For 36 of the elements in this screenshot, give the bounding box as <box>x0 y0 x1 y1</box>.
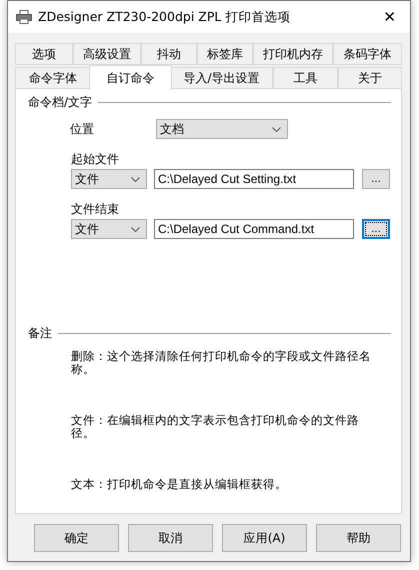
note-text: 文件：在编辑框内的文字表示包含打印机命令的文件路径。 <box>71 414 360 440</box>
group-title: 命令档/文字 <box>28 94 92 111</box>
chevron-down-icon <box>131 226 140 232</box>
type-dropdown[interactable]: 文件 <box>71 169 147 189</box>
chevron-down-icon <box>272 126 281 132</box>
type-dropdown[interactable]: 文件 <box>71 219 147 239</box>
tab[interactable]: 条码字体 <box>333 43 402 65</box>
dialog-button[interactable]: 取消 <box>128 524 213 552</box>
chevron-down-icon <box>131 176 140 182</box>
location-dropdown[interactable]: 文档 <box>156 119 288 139</box>
tab[interactable]: 命令字体 <box>15 67 91 89</box>
tab[interactable]: 导入/导出设置 <box>170 67 273 89</box>
tab[interactable]: 打印机内存 <box>253 43 333 65</box>
note-text: 删除：这个选择清除任何打印机命令的字段或文件路径名称。 <box>71 350 372 376</box>
dialog-button[interactable]: 应用(A) <box>222 524 307 552</box>
browse-button[interactable]: ... <box>362 169 390 189</box>
tab[interactable]: 自订命令 <box>89 65 172 90</box>
field-label: 起始文件 <box>71 151 119 168</box>
printer-icon <box>16 10 32 24</box>
window-title: ZDesigner ZT230-200dpi ZPL 打印首选项 <box>38 8 292 26</box>
field-label: 文件结束 <box>71 201 119 218</box>
group-title: 备注 <box>28 325 52 342</box>
browse-button[interactable]: ... <box>362 219 390 239</box>
location-label: 位置 <box>70 120 95 138</box>
dialog-button[interactable]: 帮助 <box>316 524 401 552</box>
tab[interactable]: 工具 <box>273 67 338 89</box>
tab[interactable]: 抖动 <box>141 43 197 65</box>
dialog-button[interactable]: 确定 <box>34 524 119 552</box>
tab[interactable]: 关于 <box>338 67 402 89</box>
file-path-field[interactable]: C:\Delayed Cut Command.txt <box>154 219 354 239</box>
tab[interactable]: 标签库 <box>197 43 253 65</box>
file-path-field[interactable]: C:\Delayed Cut Setting.txt <box>154 169 354 189</box>
note-text: 文本：打印机命令是直接从编辑框获得。 <box>71 478 288 491</box>
tab[interactable]: 高级设置 <box>73 43 141 65</box>
tab[interactable]: 选项 <box>15 43 73 65</box>
close-button[interactable]: ✕ <box>379 8 400 26</box>
